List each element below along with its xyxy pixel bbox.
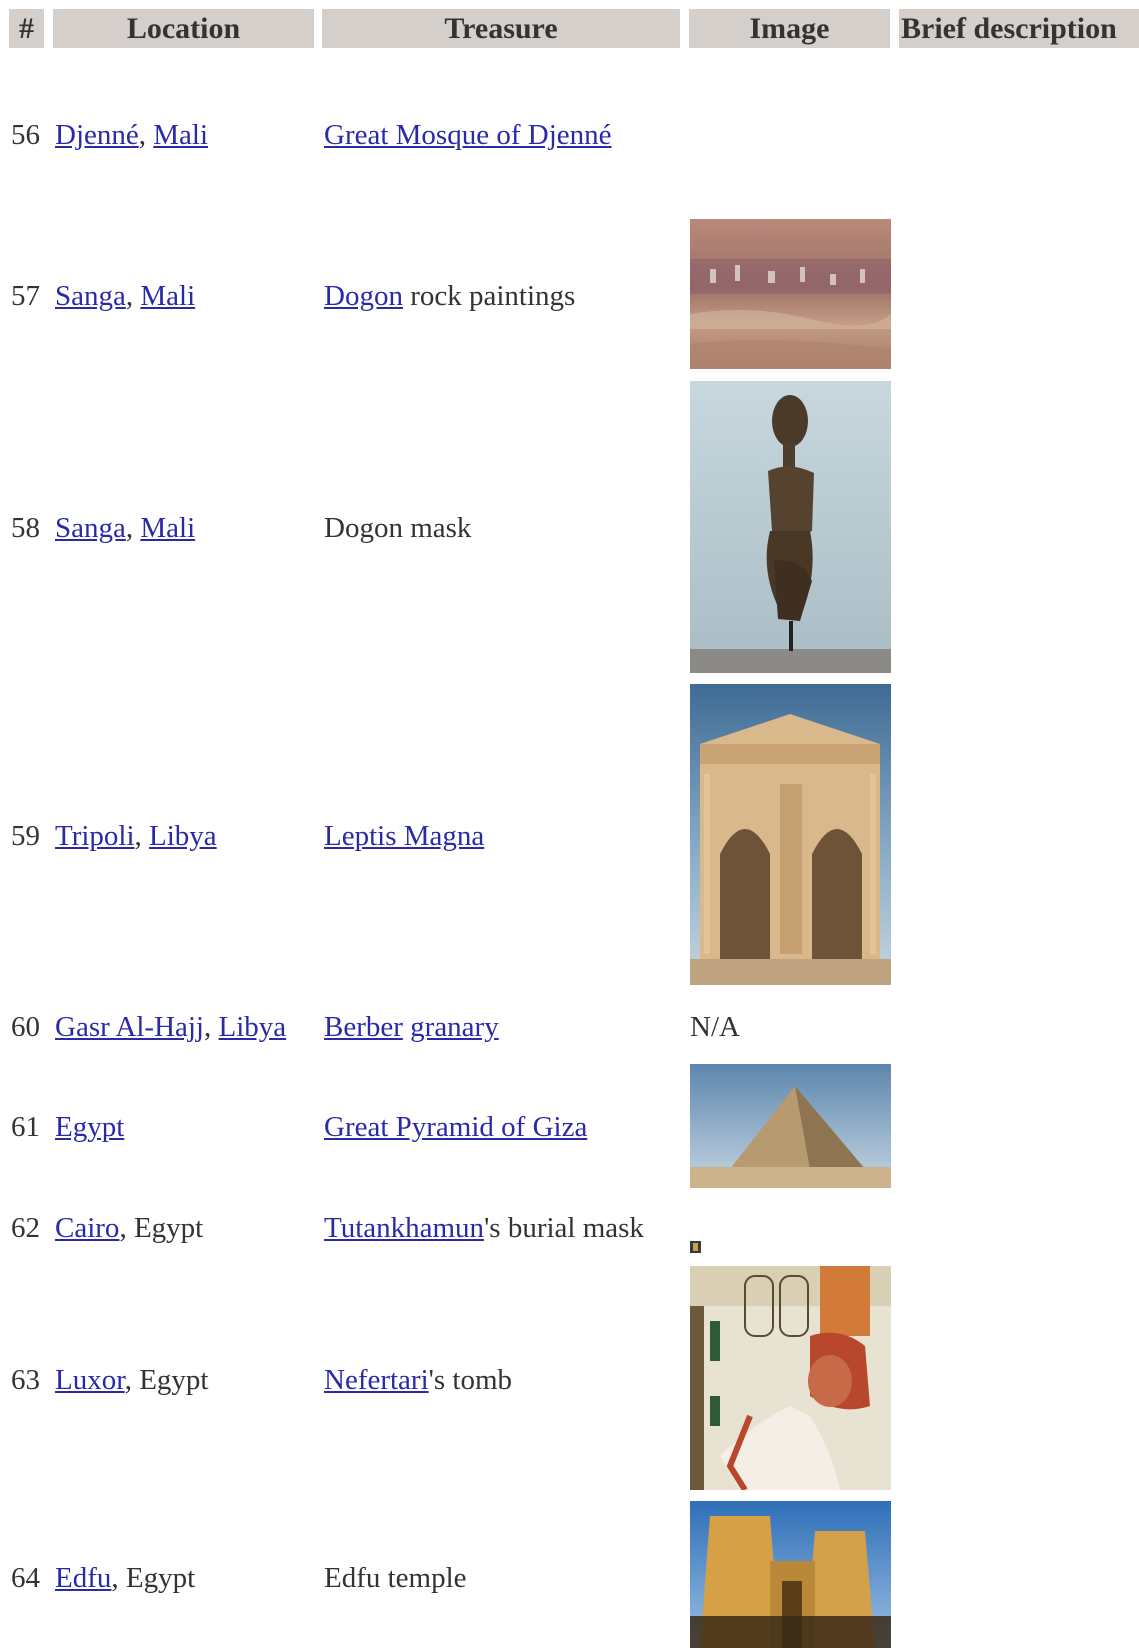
country-link[interactable]: Mali: [140, 280, 195, 312]
treasure-link[interactable]: Great Pyramid of Giza: [324, 1111, 587, 1143]
location-cell: Edfu, Egypt: [55, 1561, 195, 1595]
location-cell: Egypt: [55, 1110, 124, 1144]
location-cell: Sanga, Mali: [55, 511, 195, 545]
treasure-link[interactable]: Berber: [324, 1011, 403, 1043]
treasure-link[interactable]: Tutankhamun: [324, 1212, 484, 1244]
row-number: 60: [11, 1011, 40, 1043]
treasure-cell: Dogon mask: [324, 512, 472, 544]
header-location: Location: [53, 9, 314, 48]
location-separator: ,: [125, 512, 141, 544]
location-link[interactable]: Luxor: [55, 1364, 125, 1396]
treasure-link-2[interactable]: granary: [410, 1011, 499, 1043]
location-separator: ,: [138, 119, 154, 151]
pyramid-photo[interactable]: [690, 1064, 891, 1188]
tiny-mask-thumbnail[interactable]: [690, 1241, 701, 1253]
location-cell: Cairo, Egypt: [55, 1211, 203, 1245]
location-link[interactable]: Djenné: [55, 119, 139, 151]
image-not-available: N/A: [690, 1011, 740, 1043]
location-separator: ,: [204, 1011, 219, 1043]
row-number: 57: [11, 280, 40, 312]
location-link[interactable]: Egypt: [55, 1111, 124, 1143]
treasure-cell: Nefertari's tomb: [324, 1363, 512, 1397]
location-separator: , Egypt: [124, 1364, 209, 1396]
header-number: #: [9, 9, 44, 48]
location-separator: ,: [134, 820, 150, 852]
treasure-cell: Tutankhamun's burial mask: [324, 1211, 644, 1245]
location-cell: Luxor, Egypt: [55, 1363, 209, 1397]
location-link[interactable]: Gasr Al-Hajj: [55, 1011, 204, 1043]
location-cell: Gasr Al-Hajj, Libya: [55, 1010, 286, 1044]
country-link[interactable]: Mali: [140, 512, 195, 544]
dogon-statue-photo[interactable]: [690, 381, 891, 673]
treasure-cell: Great Mosque of Djenné: [324, 118, 612, 152]
location-link[interactable]: Tripoli: [55, 820, 135, 852]
location-link[interactable]: Sanga: [55, 512, 126, 544]
treasure-cell: Great Pyramid of Giza: [324, 1110, 587, 1144]
location-link[interactable]: Edfu: [55, 1562, 111, 1594]
treasure-link[interactable]: Nefertari: [324, 1364, 429, 1396]
header-image: Image: [689, 9, 890, 48]
country-link[interactable]: Libya: [219, 1011, 287, 1043]
tomb-painting-photo[interactable]: [690, 1266, 891, 1490]
row-number: 56: [11, 119, 40, 151]
location-cell: Djenné, Mali: [55, 118, 208, 152]
treasure-cell: Edfu temple: [324, 1562, 467, 1594]
country-link[interactable]: Libya: [149, 820, 217, 852]
treasure-text: 's burial mask: [484, 1212, 644, 1244]
location-separator: , Egypt: [111, 1562, 196, 1594]
location-link[interactable]: Sanga: [55, 280, 126, 312]
treasure-cell: Berber granary: [324, 1010, 499, 1044]
location-separator: ,: [125, 280, 141, 312]
treasure-text: rock paintings: [402, 280, 576, 312]
row-number: 61: [11, 1111, 40, 1143]
treasure-link[interactable]: Great Mosque of Djenné: [324, 119, 612, 151]
country-link[interactable]: Mali: [153, 119, 208, 151]
row-number: 59: [11, 820, 40, 852]
location-cell: Tripoli, Libya: [55, 819, 217, 853]
row-number: 62: [11, 1212, 40, 1244]
rock-paintings-photo[interactable]: [690, 219, 891, 369]
header-treasure: Treasure: [322, 9, 680, 48]
treasure-text: 's tomb: [428, 1364, 513, 1396]
row-number: 64: [11, 1562, 40, 1594]
treasure-link[interactable]: Leptis Magna: [324, 820, 484, 852]
location-cell: Sanga, Mali: [55, 279, 195, 313]
treasure-cell: Leptis Magna: [324, 819, 484, 853]
roman-arch-photo[interactable]: [690, 684, 891, 985]
row-number: 63: [11, 1364, 40, 1396]
location-separator: , Egypt: [119, 1212, 204, 1244]
temple-photo[interactable]: [690, 1501, 891, 1648]
treasure-link[interactable]: Dogon: [324, 280, 403, 312]
location-link[interactable]: Cairo: [55, 1212, 119, 1244]
treasure-cell: Dogon rock paintings: [324, 279, 575, 313]
header-description: Brief description: [899, 9, 1139, 48]
row-number: 58: [11, 512, 40, 544]
